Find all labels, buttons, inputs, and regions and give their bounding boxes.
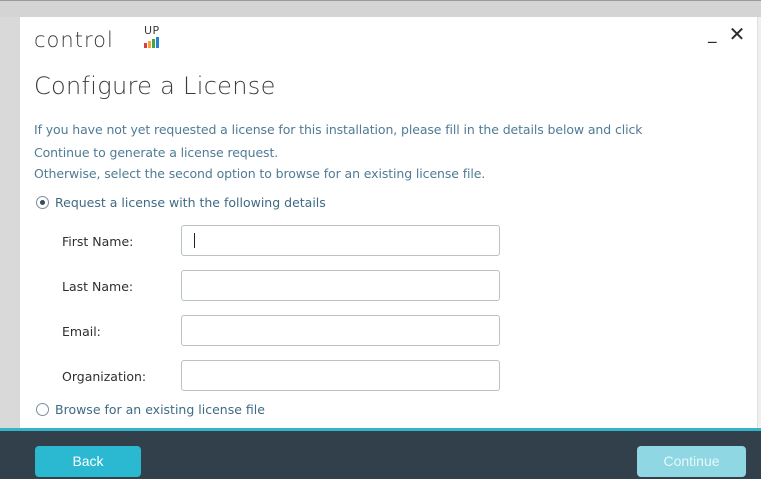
description-line-2: Continue to generate a license request. [34,145,279,160]
minimize-icon[interactable]: _ [708,24,722,44]
first-name-label: First Name: [62,234,134,249]
first-name-field[interactable] [181,225,500,256]
request-license-option[interactable]: Request a license with the following det… [36,195,326,210]
organization-field[interactable] [181,360,500,391]
browse-license-option[interactable]: Browse for an existing license file [36,402,265,417]
text-caret [194,233,195,248]
logo-bar-orange [148,41,151,48]
email-field[interactable] [181,315,500,346]
close-icon[interactable]: ✕ [728,24,746,44]
request-license-label: Request a license with the following det… [55,195,326,210]
continue-button[interactable]: Continue [637,446,746,477]
logo-bar-green [152,39,155,48]
page-title: Configure a License [34,72,276,100]
back-button[interactable]: Back [35,446,141,477]
logo-up-text: UP [144,24,160,37]
logo-bar-blue [156,37,159,48]
logo-wordmark: control [34,28,114,52]
last-name-label: Last Name: [62,279,134,294]
description-line-1: If you have not yet requested a license … [34,122,643,137]
description-line-3: Otherwise, select the second option to b… [34,166,486,181]
logo-bar-red [144,43,147,48]
dialog-right-frame [757,17,761,479]
title-strip [0,0,761,17]
browse-license-label: Browse for an existing license file [55,402,265,417]
logo-bars-icon [144,37,162,48]
last-name-field[interactable] [181,270,500,301]
title-strip-edge [0,0,761,1]
request-license-radio[interactable] [36,196,49,209]
organization-label: Organization: [62,369,147,384]
email-label: Email: [62,324,101,339]
footer-accent-line [0,428,761,431]
browse-license-radio[interactable] [36,403,49,416]
